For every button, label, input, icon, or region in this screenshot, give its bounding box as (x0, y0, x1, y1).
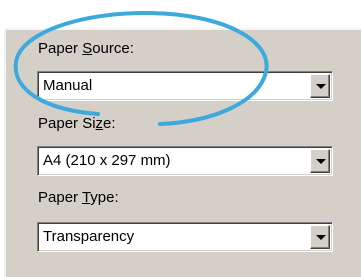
paper-type-label: Paper Type: (38, 189, 119, 206)
paper-source-label: Paper Source: (38, 40, 134, 57)
paper-size-dropdown[interactable]: A4 (210 x 297 mm) (37, 146, 333, 176)
paper-type-dropdown[interactable]: Transparency (37, 222, 333, 252)
paper-type-value: Transparency (43, 228, 135, 245)
paper-size-value: A4 (210 x 297 mm) (43, 152, 171, 169)
paper-size-label: Paper Size: (38, 115, 116, 132)
paper-source-dropdown[interactable]: Manual (37, 71, 333, 101)
chevron-down-icon (316, 84, 326, 89)
paper-source-dropdown-button[interactable] (310, 74, 330, 98)
paper-source-value: Manual (43, 77, 93, 94)
paper-size-dropdown-button[interactable] (310, 149, 330, 173)
chevron-down-icon (316, 235, 326, 240)
paper-type-dropdown-button[interactable] (310, 225, 330, 249)
chevron-down-icon (316, 159, 326, 164)
